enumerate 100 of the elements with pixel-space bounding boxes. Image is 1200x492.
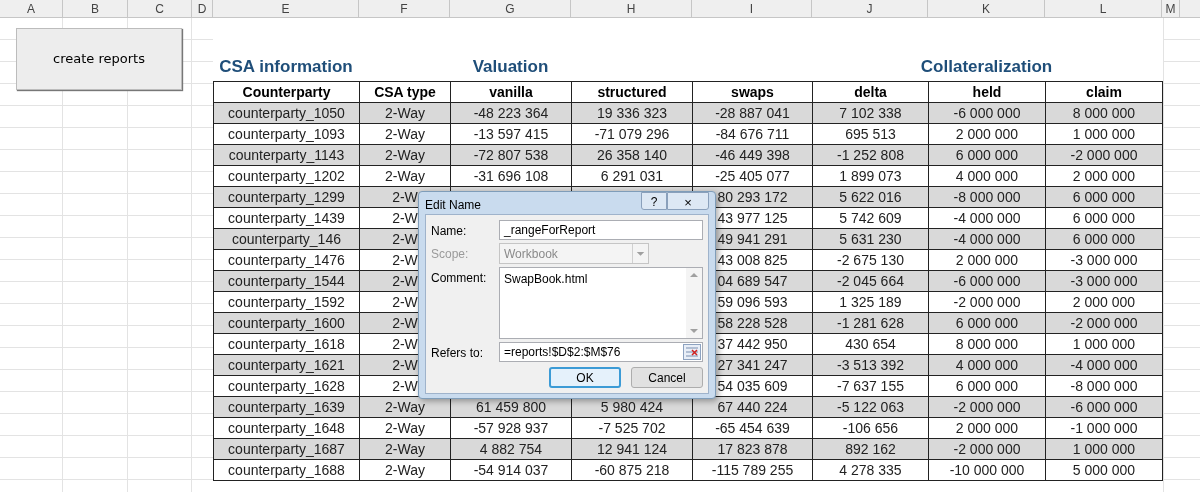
table-cell: counterparty_146	[213, 228, 360, 250]
table-cell: 5 631 230	[812, 228, 929, 250]
table-cell: -6 000 000	[1045, 396, 1163, 418]
table-cell: -6 000 000	[928, 270, 1046, 292]
table-cell: 12 941 124	[571, 438, 693, 460]
table-cell: -3 000 000	[1045, 249, 1163, 271]
table-cell: -4 000 000	[1045, 354, 1163, 376]
column-header[interactable]: C	[128, 0, 192, 17]
table-cell: -8 000 000	[928, 186, 1046, 208]
table-cell: -2 675 130	[812, 249, 929, 271]
table-cell: 2 000 000	[928, 123, 1046, 145]
column-header[interactable]: H	[571, 0, 692, 17]
table-cell: 2-Way	[359, 123, 451, 145]
column-header[interactable]: M	[1162, 0, 1180, 17]
table-cell: 6 291 031	[571, 165, 693, 187]
table-cell: 17 823 878	[692, 438, 813, 460]
close-button[interactable]: ×	[667, 192, 709, 210]
dialog-button[interactable]: Cancel	[631, 367, 703, 388]
table-cell: -28 887 041	[692, 102, 813, 124]
column-header[interactable]: G	[450, 0, 571, 17]
table-cell: -31 696 108	[450, 165, 572, 187]
column-header[interactable]: A	[0, 0, 63, 17]
table-cell: -2 000 000	[1045, 144, 1163, 166]
table-cell: -1 252 808	[812, 144, 929, 166]
help-button[interactable]: ?	[641, 192, 667, 210]
column-header[interactable]: B	[63, 0, 128, 17]
dialog-button[interactable]: OK	[549, 367, 621, 388]
table-cell: 6 000 000	[928, 312, 1046, 334]
table-cell: 26 358 140	[571, 144, 693, 166]
table-cell: -7 525 702	[571, 417, 693, 439]
table-cell: -2 045 664	[812, 270, 929, 292]
table-cell: 4 882 754	[450, 438, 572, 460]
column-heading: Counterparty	[213, 81, 360, 103]
table-cell: -13 597 415	[450, 123, 572, 145]
table-cell: 1 325 189	[812, 291, 929, 313]
table-cell: counterparty_1093	[213, 123, 360, 145]
table-cell: -6 000 000	[928, 102, 1046, 124]
table-cell: 2-Way	[359, 165, 451, 187]
table-cell: -7 637 155	[812, 375, 929, 397]
table-cell: -2 000 000	[1045, 312, 1163, 334]
table-cell: 6 000 000	[928, 144, 1046, 166]
table-cell: -3 513 392	[812, 354, 929, 376]
table-cell: -4 000 000	[928, 228, 1046, 250]
table-cell: -65 454 639	[692, 417, 813, 439]
table-cell: counterparty_1439	[213, 207, 360, 229]
column-header[interactable]: E	[213, 0, 359, 17]
table-cell: 1 000 000	[1045, 333, 1163, 355]
table-cell: 6 000 000	[1045, 186, 1163, 208]
table-cell: 2-Way	[359, 144, 451, 166]
column-header[interactable]: D	[192, 0, 213, 17]
scrollbar[interactable]	[686, 268, 702, 338]
refers-to-field[interactable]: =reports!$D$2:$M$76	[499, 342, 703, 362]
table-cell: -2 000 000	[928, 291, 1046, 313]
table-cell: counterparty_1639	[213, 396, 360, 418]
section-title: Valuation	[472, 55, 549, 78]
name-field[interactable]: _rangeForReport	[499, 220, 703, 240]
table-cell: counterparty_1202	[213, 165, 360, 187]
table-cell: -72 807 538	[450, 144, 572, 166]
table-cell: 4 278 335	[812, 459, 929, 481]
table-cell: counterparty_1621	[213, 354, 360, 376]
table-cell: counterparty_1544	[213, 270, 360, 292]
table-cell: -71 079 296	[571, 123, 693, 145]
table-cell: counterparty_1687	[213, 438, 360, 460]
column-header[interactable]: J	[812, 0, 928, 17]
column-heading: vanilla	[450, 81, 572, 103]
table-cell: -2 000 000	[928, 396, 1046, 418]
table-cell: 2-Way	[359, 417, 451, 439]
table-cell: counterparty_1688	[213, 459, 360, 481]
table-cell: -84 676 711	[692, 123, 813, 145]
table-cell: counterparty_1050	[213, 102, 360, 124]
table-cell: counterparty_1592	[213, 291, 360, 313]
table-cell: -48 223 364	[450, 102, 572, 124]
table-cell: counterparty_1600	[213, 312, 360, 334]
table-cell: -106 656	[812, 417, 929, 439]
table-cell: -2 000 000	[928, 438, 1046, 460]
table-cell: 695 513	[812, 123, 929, 145]
section-title: CSA information	[219, 55, 353, 78]
column-header[interactable]: K	[928, 0, 1045, 17]
column-header[interactable]: F	[359, 0, 450, 17]
table-cell: 4 000 000	[928, 354, 1046, 376]
comment-field[interactable]: SwapBook.html	[499, 267, 703, 339]
table-cell: 892 162	[812, 438, 929, 460]
column-header[interactable]: L	[1045, 0, 1162, 17]
column-heading: held	[928, 81, 1046, 103]
table-cell: counterparty_1299	[213, 186, 360, 208]
table-cell: counterparty_1628	[213, 375, 360, 397]
table-cell: 6 000 000	[1045, 207, 1163, 229]
table-cell: 6 000 000	[928, 375, 1046, 397]
range-picker-icon[interactable]	[683, 344, 701, 360]
column-heading: CSA type	[359, 81, 451, 103]
table-cell: -5 122 063	[812, 396, 929, 418]
section-title: Collateralization	[920, 55, 1053, 78]
table-cell: -10 000 000	[928, 459, 1046, 481]
table-cell: 8 000 000	[1045, 102, 1163, 124]
column-header[interactable]: I	[692, 0, 812, 17]
table-cell: -115 789 255	[692, 459, 813, 481]
table-cell: counterparty_1143	[213, 144, 360, 166]
create-reports-button[interactable]: create reports	[16, 28, 182, 90]
table-cell: 6 000 000	[1045, 228, 1163, 250]
table-cell: -3 000 000	[1045, 270, 1163, 292]
